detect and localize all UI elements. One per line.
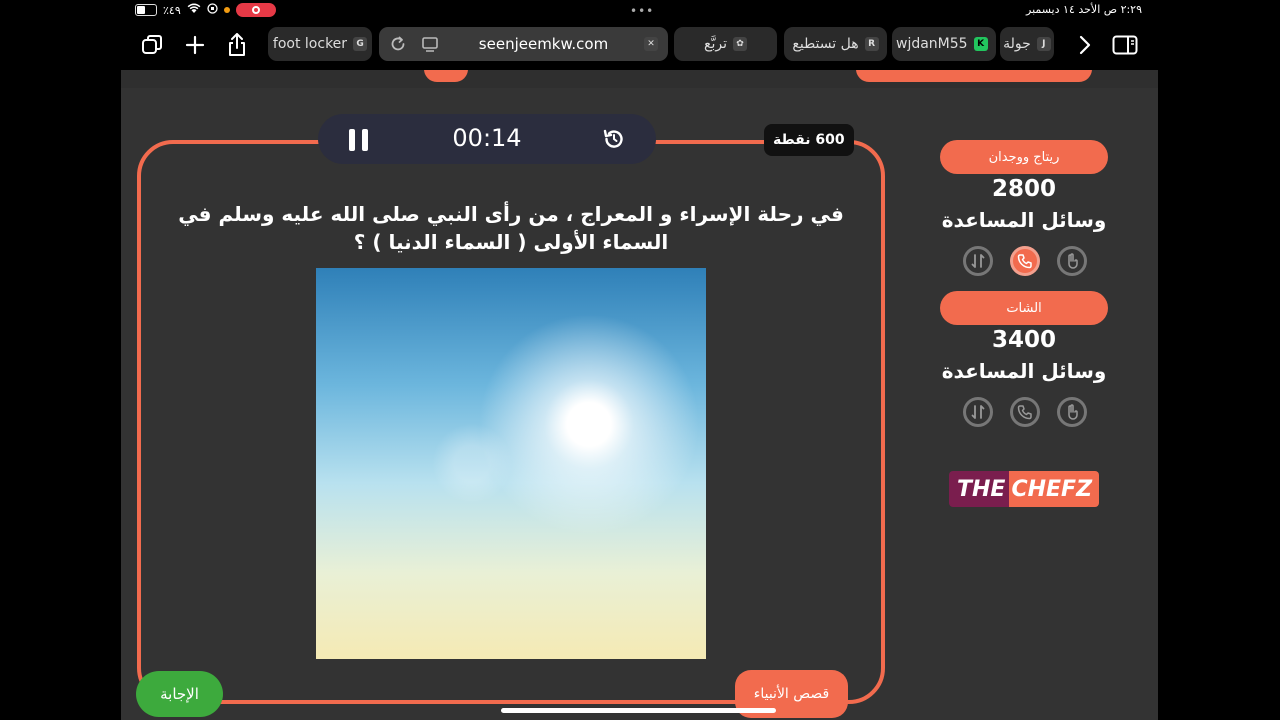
team-1-name: ريتاج ووجدان — [940, 140, 1108, 174]
team-1-aids — [963, 246, 1087, 276]
team-2-aids — [963, 397, 1087, 427]
swap-question-icon[interactable] — [963, 246, 993, 276]
points-badge: 600 نقطة — [764, 124, 854, 156]
team-2-name: الشات — [940, 291, 1108, 325]
mic-indicator-icon — [223, 7, 230, 13]
tab-hal-tastatee[interactable]: هل تستطيع R — [784, 27, 887, 61]
status-bar: ٪٤٩ ••• ٢:٢٩ ص الأحد ١٤ ديسمبر — [0, 0, 1280, 22]
swap-question-icon[interactable] — [963, 397, 993, 427]
home-indicator[interactable] — [501, 708, 776, 713]
logo-part-2: CHEFZ — [1009, 471, 1099, 507]
browser-toolbar: foot locker G seenjeemkw.com ✕ تربَّع ✿ … — [0, 22, 1280, 70]
team-2-score: 3400 — [991, 327, 1056, 353]
tab-favicon: G — [353, 37, 368, 51]
header-strip — [121, 70, 1158, 88]
call-friend-icon[interactable] — [1010, 397, 1040, 427]
battery-icon — [135, 4, 157, 16]
team-2-aids-label: وسائل المساعدة — [941, 359, 1107, 383]
share-icon[interactable] — [222, 30, 252, 60]
tab-favicon: K — [973, 37, 988, 51]
tab-label: تربَّع — [704, 36, 727, 52]
tab-wjdan[interactable]: wjdanM55 K — [892, 27, 996, 61]
sidebar-toggle-icon[interactable] — [1110, 30, 1140, 60]
sponsor-logo[interactable]: THE CHEFZ — [949, 471, 1099, 507]
reload-icon[interactable] — [389, 35, 407, 57]
question-text: في رحلة الإسراء و المعراج ، من رأى النبي… — [178, 202, 844, 254]
tab-favicon: R — [864, 37, 879, 51]
status-datetime: ٢:٢٩ ص الأحد ١٤ ديسمبر — [1026, 3, 1142, 16]
tab-favicon: J — [1036, 37, 1051, 51]
tab-seenjeemkw[interactable]: seenjeemkw.com ✕ — [379, 27, 668, 61]
logo-part-1: THE — [949, 471, 1010, 507]
forward-chevron-icon[interactable] — [1070, 30, 1100, 60]
close-tab-icon[interactable]: ✕ — [644, 37, 658, 51]
call-friend-icon[interactable] — [1010, 246, 1040, 276]
orientation-lock-icon — [207, 3, 218, 17]
battery-fill — [137, 6, 146, 14]
tab-label: جولة — [1003, 36, 1031, 52]
double-answer-icon[interactable] — [1057, 246, 1087, 276]
screen-recording-icon[interactable] — [235, 3, 276, 17]
question-image — [316, 268, 706, 659]
tab-label: foot locker — [272, 36, 348, 52]
team-1-score: 2800 — [991, 176, 1056, 202]
tabs-overview-icon[interactable] — [137, 30, 167, 60]
wifi-icon — [187, 3, 201, 17]
tab-favicon-icon: ✿ — [732, 37, 747, 51]
multitasking-dots-icon[interactable]: ••• — [630, 4, 654, 18]
game-page: 00:14 600 نقطة في رحلة الإسراء و المعراج… — [121, 70, 1158, 720]
team-1-aids-label: وسائل المساعدة — [941, 208, 1107, 232]
reset-timer-icon[interactable] — [602, 127, 626, 151]
reader-mode-icon[interactable] — [421, 35, 439, 57]
double-answer-icon[interactable] — [1057, 397, 1087, 427]
header-pill[interactable] — [424, 70, 468, 82]
tab-foot-locker[interactable]: foot locker G — [268, 27, 372, 61]
timer-bar: 00:14 — [318, 114, 656, 164]
address-bar-url[interactable]: seenjeemkw.com — [479, 35, 608, 53]
new-tab-icon[interactable] — [180, 30, 210, 60]
tab-tarabba[interactable]: تربَّع ✿ — [674, 27, 777, 61]
tab-label: wjdanM55 — [896, 36, 968, 52]
status-indicators: ٪٤٩ — [135, 3, 276, 17]
header-pill[interactable] — [856, 70, 1092, 82]
battery-percent: ٪٤٩ — [163, 3, 181, 17]
answer-button[interactable]: الإجابة — [136, 671, 223, 717]
tab-label: هل تستطيع — [792, 36, 859, 52]
tab-jawla[interactable]: جولة J — [1000, 27, 1054, 61]
